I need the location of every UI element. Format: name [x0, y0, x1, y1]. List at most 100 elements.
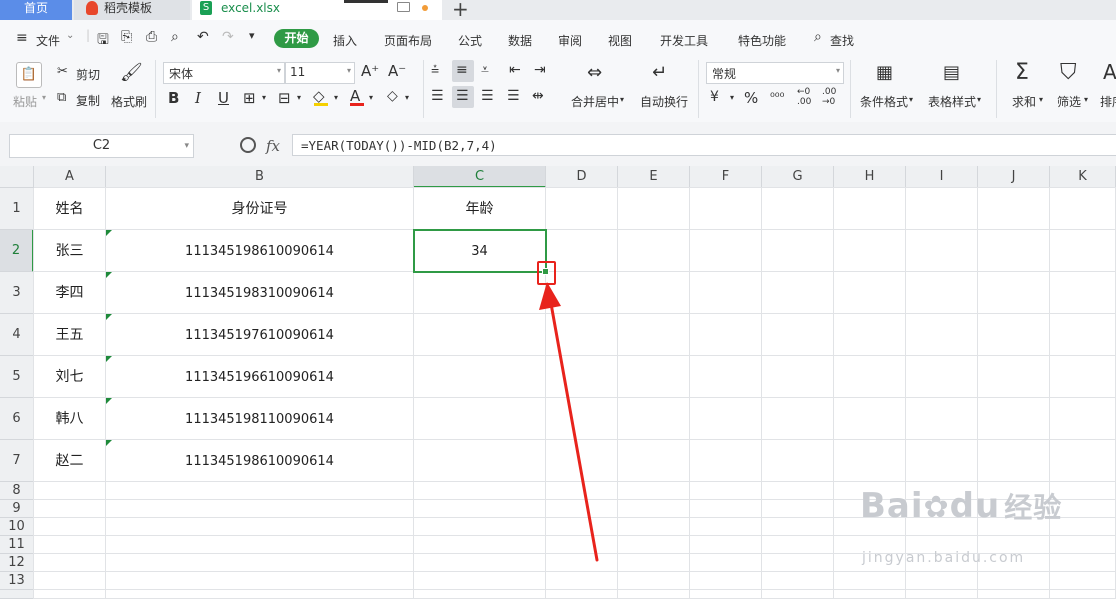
cell-a2[interactable]: 张三	[34, 230, 106, 272]
function-icon[interactable]: fx	[266, 137, 280, 155]
chevron-down-icon[interactable]: ▾	[42, 93, 46, 102]
tab-home[interactable]: 首页	[0, 0, 72, 20]
column-header-d[interactable]: D	[546, 166, 618, 188]
column-header-j[interactable]: J	[978, 166, 1050, 188]
cell-c3[interactable]	[414, 272, 546, 314]
cell-a7[interactable]: 赵二	[34, 440, 106, 482]
chevron-down-icon[interactable]: ▾	[405, 93, 409, 102]
hamburger-icon[interactable]: ≡	[16, 30, 28, 46]
menu-tab-formulas[interactable]: 公式	[458, 32, 482, 49]
name-box[interactable]: C2 ▾	[9, 134, 194, 158]
save-icon[interactable]: 🖫	[97, 29, 109, 53]
formula-input[interactable]: =YEAR(TODAY())-MID(B2,7,4)	[292, 134, 1116, 156]
number-format-select[interactable]: 常规 ▾	[706, 62, 844, 84]
format-painter-icon[interactable]: 🖌	[120, 62, 143, 83]
cell-a3[interactable]: 李四	[34, 272, 106, 314]
copy-button[interactable]: 复制	[76, 92, 100, 109]
decrease-indent-icon[interactable]: ⇤	[509, 62, 521, 78]
cell-c4[interactable]	[414, 314, 546, 356]
row-header-9[interactable]: 9	[0, 500, 34, 518]
row-header-8[interactable]: 8	[0, 482, 34, 500]
table-style-icon[interactable]: ▤	[943, 62, 960, 83]
row-header-6[interactable]: 6	[0, 398, 34, 440]
column-header-e[interactable]: E	[618, 166, 690, 188]
conditional-format-icon[interactable]: ▦	[876, 62, 893, 83]
increase-font-icon[interactable]: A⁺	[361, 62, 379, 80]
bold-icon[interactable]: B	[168, 89, 179, 107]
chevron-down-icon[interactable]: ▾	[1084, 95, 1088, 104]
cell-c7[interactable]	[414, 440, 546, 482]
tab-file[interactable]: S excel.xlsx	[192, 0, 442, 20]
cell-a1[interactable]: 姓名	[34, 188, 106, 230]
row-header-5[interactable]: 5	[0, 356, 34, 398]
table-style-button[interactable]: 表格样式	[928, 93, 976, 110]
menu-search[interactable]: 查找	[830, 32, 854, 49]
sort-icon[interactable]: A	[1103, 60, 1116, 84]
distributed-align-icon[interactable]: ⇹	[532, 88, 544, 104]
merge-center-button[interactable]: 合并居中	[571, 93, 619, 110]
font-size-select[interactable]: 11 ▾	[285, 62, 355, 84]
search-icon[interactable]: ⌕	[814, 29, 822, 45]
column-header-a[interactable]: A	[34, 166, 106, 188]
font-name-select[interactable]: 宋体 ▾	[163, 62, 285, 84]
menu-tab-start[interactable]: 开始	[274, 29, 319, 48]
percent-icon[interactable]: %	[744, 89, 758, 107]
cut-button[interactable]: 剪切	[76, 66, 100, 83]
paste-icon[interactable]: 📋	[16, 62, 42, 88]
cell-b7[interactable]: 111345198610090614	[106, 440, 414, 482]
select-all-corner[interactable]	[0, 166, 34, 188]
chevron-down-icon[interactable]: ▾	[334, 93, 338, 102]
chevron-down-icon[interactable]: ▾	[369, 93, 373, 102]
cell-b4[interactable]: 111345197610090614	[106, 314, 414, 356]
cell-c5[interactable]	[414, 356, 546, 398]
sort-button[interactable]: 排序	[1100, 93, 1116, 110]
chevron-down-icon[interactable]: ▾	[620, 95, 624, 104]
cell-b2[interactable]: 111345198610090614	[106, 230, 414, 272]
underline-icon[interactable]: U	[218, 89, 229, 107]
column-header-k[interactable]: K	[1050, 166, 1116, 188]
wrap-text-button[interactable]: 自动换行	[640, 93, 688, 110]
row-header-3[interactable]: 3	[0, 272, 34, 314]
row-header-11[interactable]: 11	[0, 536, 34, 554]
align-middle-icon[interactable]: ≡	[456, 62, 468, 78]
cell-b5[interactable]: 111345196610090614	[106, 356, 414, 398]
cell-style-icon[interactable]: ⊟	[278, 89, 291, 107]
redo-icon[interactable]: ↷	[222, 29, 234, 45]
cell-b3[interactable]: 111345198310090614	[106, 272, 414, 314]
new-tab-plus-icon[interactable]: +	[452, 0, 469, 21]
filter-icon[interactable]: ⛉	[1060, 60, 1077, 85]
row-header-12[interactable]: 12	[0, 554, 34, 572]
row-header-1[interactable]: 1	[0, 188, 34, 230]
menu-tab-view[interactable]: 视图	[608, 32, 632, 49]
currency-icon[interactable]: ¥	[710, 89, 719, 105]
borders-icon[interactable]: ⊞	[243, 89, 256, 107]
paste-button[interactable]: 粘贴	[13, 93, 37, 110]
chevron-down-icon[interactable]: ▾	[262, 93, 266, 102]
clear-format-icon[interactable]: ◇	[387, 88, 398, 104]
row-header-14[interactable]	[0, 590, 34, 599]
menu-tab-page-layout[interactable]: 页面布局	[384, 32, 432, 49]
print-icon[interactable]: ⎙	[146, 29, 157, 45]
increase-indent-icon[interactable]: ⇥	[534, 62, 546, 78]
cell-a6[interactable]: 韩八	[34, 398, 106, 440]
cell-a5[interactable]: 刘七	[34, 356, 106, 398]
column-header-c[interactable]: C	[414, 166, 546, 188]
align-left-icon[interactable]: ☰	[431, 88, 444, 104]
chevron-down-icon[interactable]: ▾	[909, 95, 913, 104]
column-header-f[interactable]: F	[690, 166, 762, 188]
cell-b6[interactable]: 111345198110090614	[106, 398, 414, 440]
quick-access-dropdown-icon[interactable]: ▾	[249, 29, 255, 42]
cell-a4[interactable]: 王五	[34, 314, 106, 356]
menu-tab-developer[interactable]: 开发工具	[660, 32, 708, 49]
row-header-10[interactable]: 10	[0, 518, 34, 536]
monitor-icon[interactable]	[397, 2, 410, 12]
menu-tab-features[interactable]: 特色功能	[738, 32, 786, 49]
zoom-search-icon[interactable]	[240, 137, 256, 153]
row-header-2[interactable]: 2	[0, 230, 34, 272]
sum-icon[interactable]: Σ	[1015, 60, 1029, 85]
menu-tab-insert[interactable]: 插入	[333, 32, 357, 49]
menu-tab-review[interactable]: 审阅	[558, 32, 582, 49]
column-header-g[interactable]: G	[762, 166, 834, 188]
justify-icon[interactable]: ☰	[507, 88, 520, 104]
export-icon[interactable]: ⎘	[121, 29, 132, 45]
